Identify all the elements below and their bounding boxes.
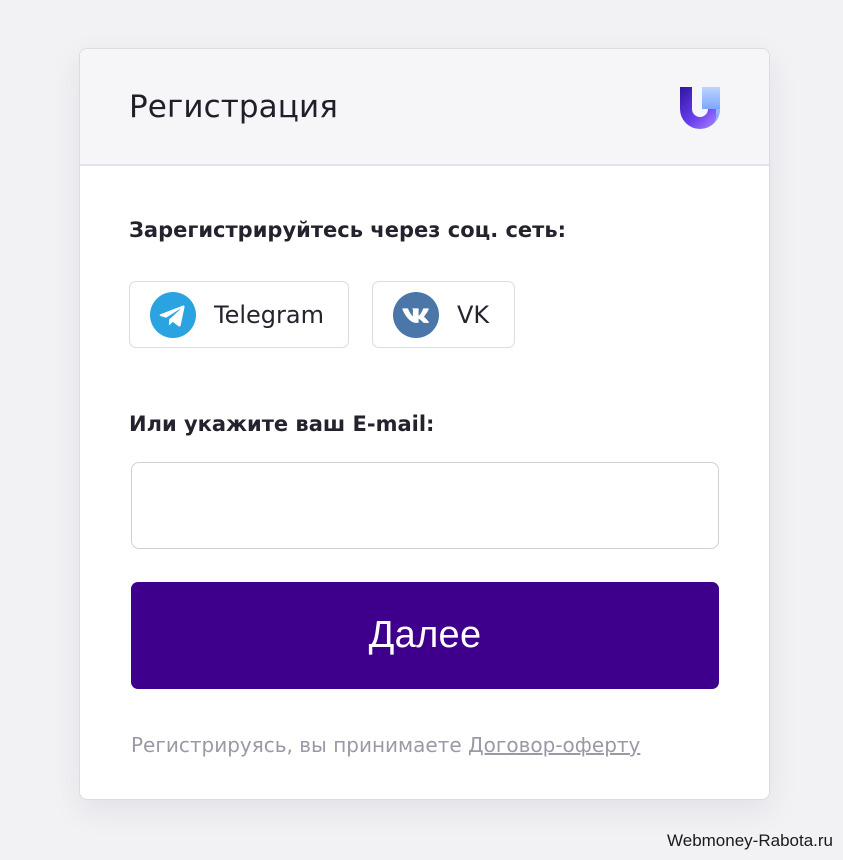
email-heading: Или укажите ваш E-mail: [129,412,435,436]
vk-label: VK [457,301,490,329]
telegram-login-button[interactable]: Telegram [129,281,349,348]
social-heading: Зарегистрируйтесь через соц. сеть: [129,218,567,242]
telegram-label: Telegram [214,301,324,329]
vk-icon [393,292,439,338]
next-button[interactable]: Далее [131,582,719,689]
terms-text: Регистрируясь, вы принимаете Договор-офе… [131,731,640,759]
vk-login-button[interactable]: VK [372,281,515,348]
watermark: Webmoney-Rabota.ru [667,831,833,850]
offer-agreement-link[interactable]: Договор-оферту [468,733,640,757]
registration-card: Регистрация Зарегистрируйтесь через соц.… [79,48,770,800]
page-title: Регистрация [129,89,338,125]
terms-prefix: Регистрируясь, вы принимаете [131,733,469,757]
u-logo-icon [680,87,720,129]
email-field[interactable] [131,462,719,549]
telegram-icon [150,292,196,338]
card-header: Регистрация [80,49,769,166]
